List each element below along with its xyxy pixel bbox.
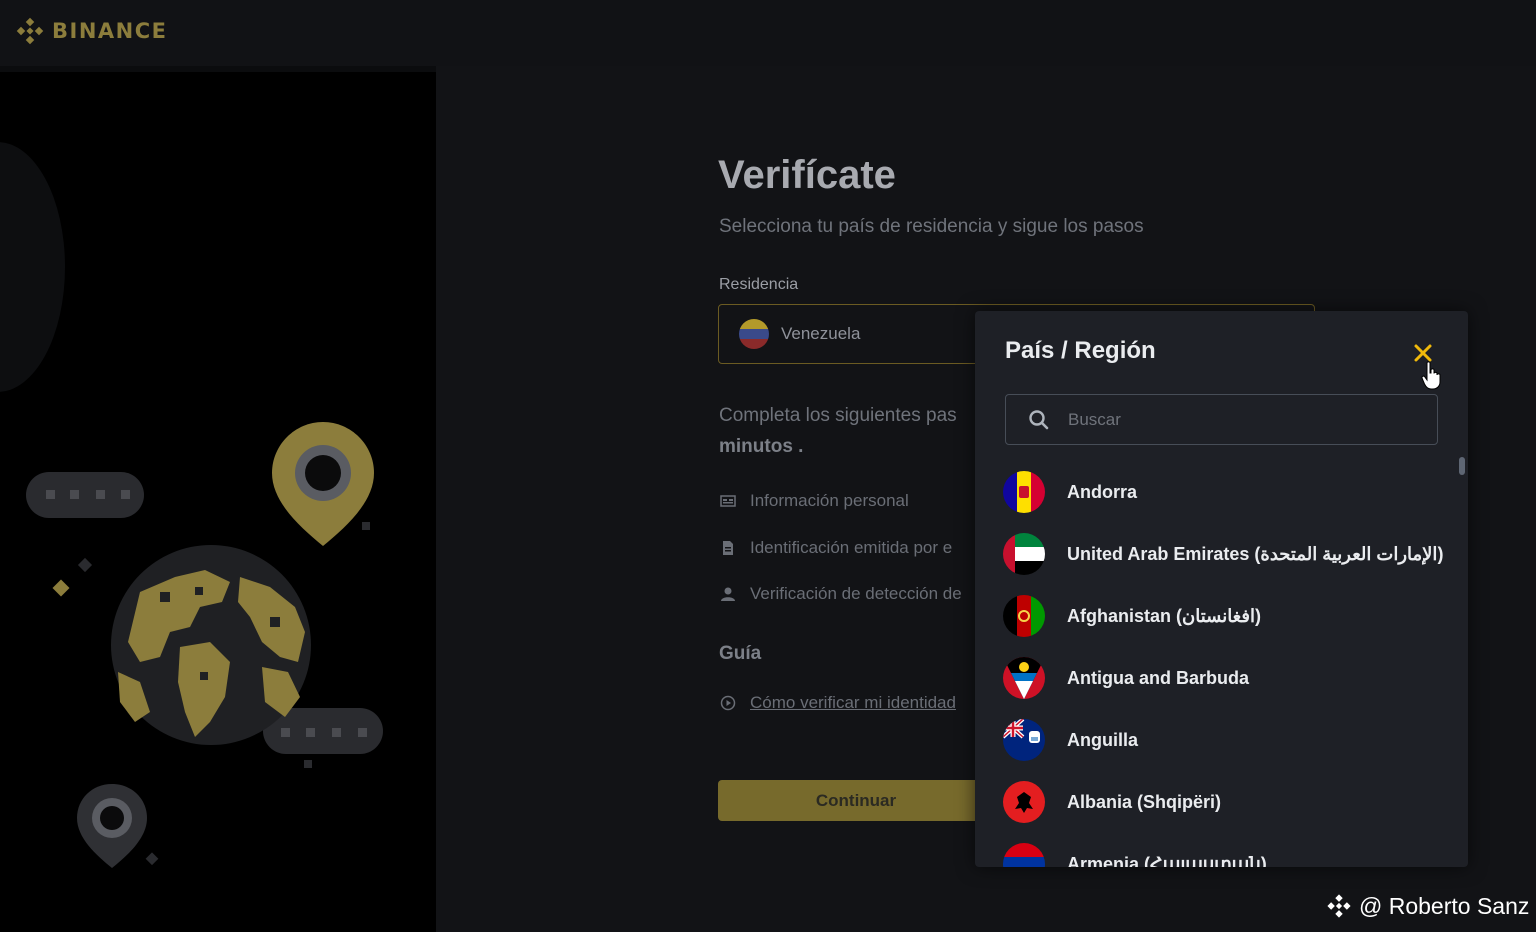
country-name: Afghanistan (افغانستان) [1067, 605, 1261, 626]
hand-cursor-icon [1421, 361, 1441, 390]
search-box[interactable] [1005, 394, 1438, 445]
id-card-icon [720, 493, 736, 509]
brand-name: BINANCE [52, 19, 168, 43]
steps-intro-bold: minutos [719, 436, 793, 457]
country-item-armenia[interactable]: Armenia (Հայաստան) [1003, 833, 1443, 867]
country-item-antigua[interactable]: Antigua and Barbuda [1003, 647, 1443, 709]
binance-logo[interactable]: BINANCE [14, 15, 167, 47]
scrollbar-thumb[interactable] [1459, 457, 1465, 475]
guide-link-text: Cómo verificar mi identidad [750, 693, 956, 712]
country-list: Andorra United Arab Emirates (الإمارات ا… [1003, 461, 1443, 867]
document-icon [720, 540, 736, 556]
country-item-uae[interactable]: United Arab Emirates (الإمارات العربية ا… [1003, 523, 1443, 585]
albania-flag-icon [1003, 781, 1045, 823]
step-label: Identificación emitida por e [750, 538, 953, 557]
modal-title: País / Región [1005, 337, 1156, 364]
guide-title: Guía [719, 643, 762, 664]
steps-intro-text: Completa los siguientes pas [719, 405, 957, 426]
binance-diamond-icon [16, 17, 44, 45]
country-item-anguilla[interactable]: Anguilla [1003, 709, 1443, 771]
country-name: Albania (Shqipëri) [1067, 791, 1222, 812]
residence-label: Residencia [719, 276, 799, 293]
uae-flag-icon [1003, 533, 1045, 575]
country-item-albania[interactable]: Albania (Shqipëri) [1003, 771, 1443, 833]
antigua-flag-icon [1003, 657, 1045, 699]
country-name: Anguilla [1067, 729, 1138, 750]
watermark: @ Roberto Sanz [1325, 892, 1529, 920]
play-icon [720, 695, 736, 711]
country-item-andorra[interactable]: Andorra [1003, 461, 1443, 523]
step-label: Información personal [750, 491, 909, 510]
watermark-text: @ Roberto Sanz [1359, 892, 1530, 919]
country-name: Andorra [1067, 481, 1138, 502]
country-name: Antigua and Barbuda [1067, 667, 1250, 688]
residence-value: Venezuela [781, 324, 861, 343]
afghanistan-flag-icon [1003, 595, 1045, 637]
guide-link[interactable]: Cómo verificar mi identidad [720, 693, 974, 713]
step-item-personal-info: Información personal [720, 491, 974, 511]
search-icon [1029, 409, 1049, 429]
country-region-modal: País / Región Andorra United [975, 311, 1468, 867]
country-name: United Arab Emirates (الإمارات العربية ا… [1067, 543, 1444, 564]
page-subtitle: Selecciona tu país de residencia y sigue… [719, 216, 1144, 237]
globe-illustration [26, 422, 383, 868]
armenia-flag-icon [1003, 843, 1045, 867]
binance-diamond-icon [1327, 894, 1351, 918]
illustration-panel [0, 72, 436, 932]
close-icon [1414, 344, 1432, 362]
steps-intro-end: . [792, 436, 804, 457]
top-bar: BINANCE [0, 0, 1536, 66]
andorra-flag-icon [1003, 471, 1045, 513]
page-title: Verifícate [718, 153, 896, 197]
steps-intro: Completa los siguientes pas minutos . [719, 400, 974, 462]
country-name: Armenia (Հայաստան) [1067, 853, 1267, 868]
anguilla-flag-icon [1003, 719, 1045, 761]
step-item-id-document: Identificación emitida por e [720, 538, 974, 558]
continue-button[interactable]: Continuar [718, 780, 988, 821]
user-icon [720, 586, 736, 602]
search-input[interactable] [1066, 408, 1400, 431]
step-item-face-verification: Verificación de detección de [720, 584, 974, 604]
country-item-afghanistan[interactable]: Afghanistan (افغانستان) [1003, 585, 1443, 647]
venezuela-flag-icon [739, 319, 769, 349]
step-label: Verificación de detección de [750, 584, 962, 603]
